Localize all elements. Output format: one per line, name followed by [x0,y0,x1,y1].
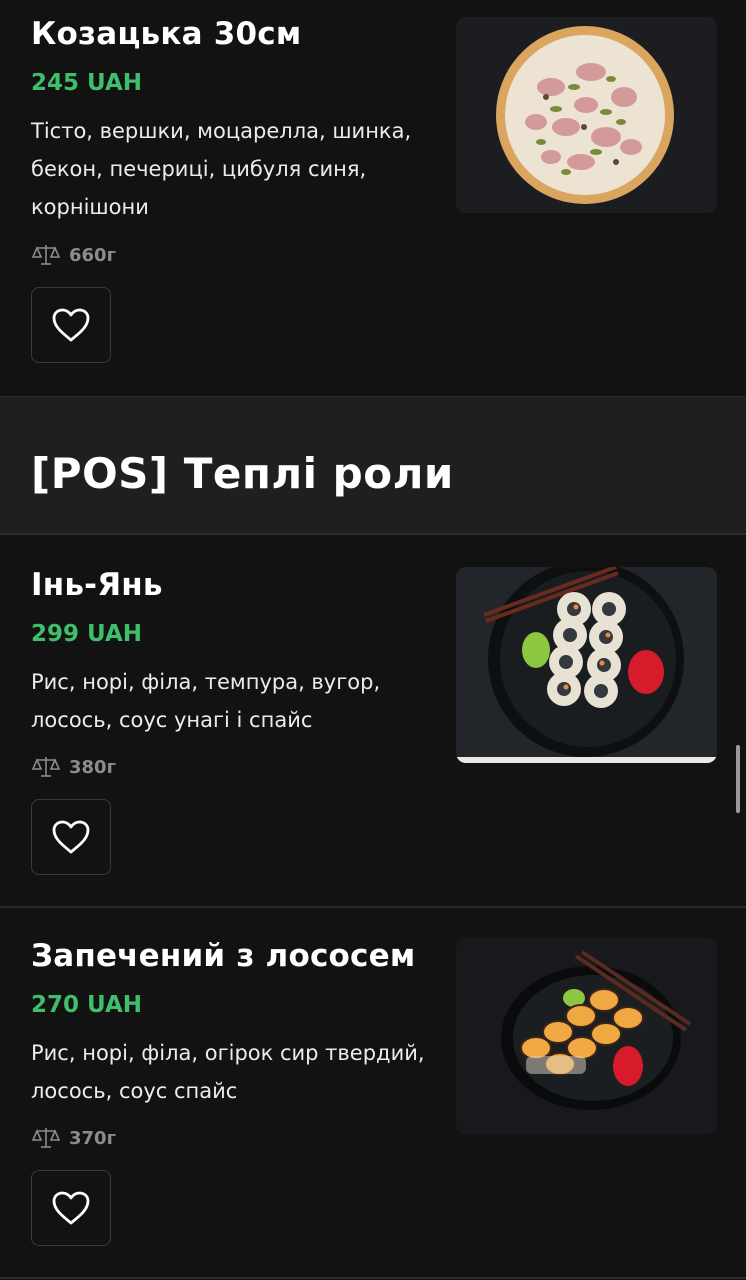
item-weight: 380г [31,755,116,779]
favorite-button[interactable] [31,287,111,363]
divider [0,1277,746,1279]
item-description: Тісто, вершки, моцарелла, шинка, бекон, … [31,119,412,219]
scales-icon [31,757,61,777]
item-price: 299 UAH [31,621,143,647]
item-description: Рис, норі, філа, темпура, вугор, лосось,… [31,670,381,732]
heart-outline-icon [52,1191,90,1225]
item-weight: 660г [31,243,116,267]
favorite-button[interactable] [31,1170,111,1246]
item-weight-value: 660г [69,244,116,266]
item-title: Козацька 30см [31,16,302,52]
item-price: 270 UAH [31,992,143,1018]
menu-item[interactable]: Запечений з лососем 270 UAH Рис, норі, ф… [0,908,746,1278]
pizza-photo [456,17,717,213]
sushi-roll-photo [456,567,717,763]
item-weight-value: 380г [69,756,116,778]
heart-outline-icon [52,308,90,342]
category-title: [POS] Теплі роли [31,449,454,498]
item-weight-value: 370г [69,1127,116,1149]
scales-icon [31,1128,61,1148]
category-section-header: [POS] Теплі роли [0,396,746,535]
heart-outline-icon [52,820,90,854]
menu-item[interactable]: Інь-Янь 299 UAH Рис, норі, філа, темпура… [0,537,746,907]
item-weight: 370г [31,1126,116,1150]
item-title: Інь-Янь [31,567,163,603]
scales-icon [31,245,61,265]
item-description: Рис, норі, філа, огірок сир твердий, лос… [31,1041,425,1103]
item-price: 245 UAH [31,70,143,96]
baked-roll-photo [456,938,717,1134]
item-title: Запечений з лососем [31,938,416,974]
scrollbar[interactable] [736,745,740,813]
favorite-button[interactable] [31,799,111,875]
menu-item[interactable]: Козацька 30см 245 UAH Тісто, вершки, моц… [0,0,746,394]
